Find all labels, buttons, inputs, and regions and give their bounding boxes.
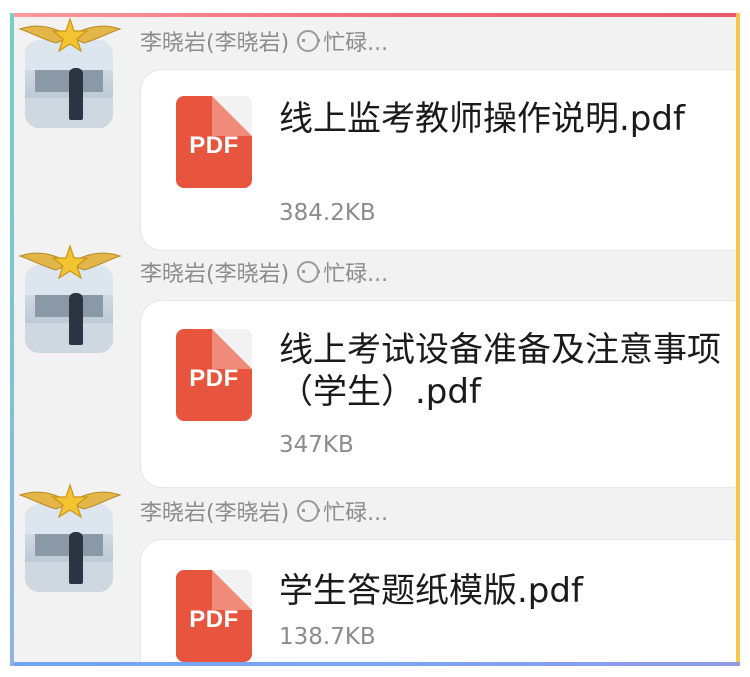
- file-card[interactable]: PDF 线上监考教师操作说明.pdf 384.2KB: [140, 69, 740, 251]
- busy-status-icon: [297, 261, 321, 283]
- sender-status: 忙碌...: [323, 31, 389, 56]
- frame-border-right: [736, 13, 740, 666]
- frame-border-top: [10, 13, 740, 17]
- file-card[interactable]: PDF 学生答题纸模版.pdf 138.7KB: [140, 539, 740, 666]
- sender-name[interactable]: 李晓岩(李晓岩): [140, 262, 289, 287]
- sender-status: 忙碌...: [323, 262, 389, 287]
- file-card[interactable]: PDF 线上考试设备准备及注意事项（学生）.pdf 347KB: [140, 300, 740, 488]
- pdf-file-icon: PDF: [176, 96, 252, 188]
- chat-frame: 李晓岩(李晓岩) 忙碌... PDF 线上监考教师操作说明.pdf 384.2KB…: [10, 13, 740, 666]
- sender-line: 李晓岩(李晓岩) 忙碌...: [140, 29, 388, 59]
- file-size: 347KB: [279, 432, 354, 458]
- winged-star-badge-icon: [18, 17, 122, 53]
- sender-name[interactable]: 李晓岩(李晓岩): [140, 31, 289, 56]
- file-name: 线上监考教师操作说明.pdf: [279, 99, 685, 139]
- sender-line: 李晓岩(李晓岩) 忙碌...: [140, 260, 388, 290]
- file-name: 学生答题纸模版.pdf: [279, 571, 583, 611]
- frame-border-left: [10, 13, 14, 666]
- file-name: 线上考试设备准备及注意事项（学生）.pdf: [279, 330, 721, 412]
- frame-border-bottom: [10, 662, 740, 666]
- file-size: 384.2KB: [279, 200, 376, 226]
- busy-status-icon: [297, 500, 321, 522]
- file-size: 138.7KB: [279, 624, 376, 650]
- winged-star-badge-icon: [18, 244, 122, 280]
- winged-star-badge-icon: [18, 483, 122, 519]
- pdf-file-icon: PDF: [176, 329, 252, 421]
- sender-line: 李晓岩(李晓岩) 忙碌...: [140, 499, 388, 529]
- sender-name[interactable]: 李晓岩(李晓岩): [140, 501, 289, 526]
- sender-status: 忙碌...: [323, 501, 389, 526]
- pdf-file-icon: PDF: [176, 570, 252, 662]
- busy-status-icon: [297, 30, 321, 52]
